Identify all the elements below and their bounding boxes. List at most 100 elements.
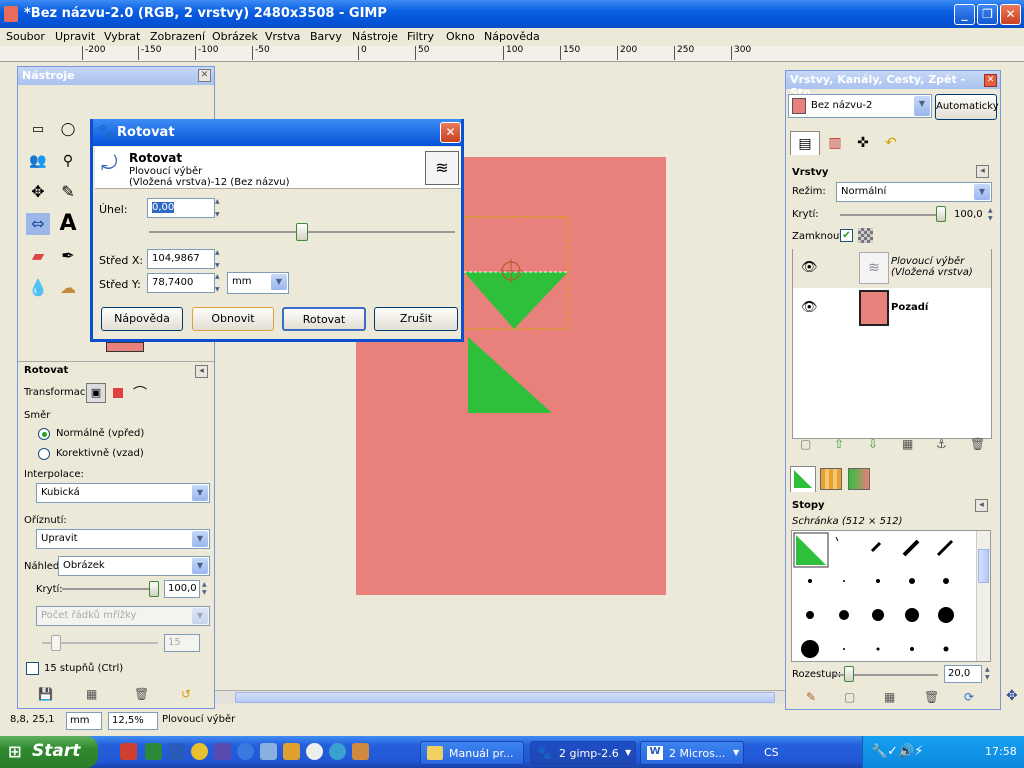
brushes-menu-button[interactable]: ◂ bbox=[975, 499, 988, 512]
edit-brush-icon[interactable]: ✎ bbox=[806, 690, 816, 704]
start-button[interactable]: ⊞ Start bbox=[0, 736, 98, 768]
navigate-icon[interactable]: ✥ bbox=[1006, 688, 1022, 704]
brushes-scrollbar-thumb[interactable] bbox=[978, 549, 989, 583]
airbrush-tool-icon[interactable]: ✒ bbox=[56, 245, 80, 267]
maximize-button[interactable]: ❐ bbox=[977, 4, 998, 25]
ellipse-select-icon[interactable]: ◯ bbox=[56, 119, 80, 141]
quicklaunch-word-icon[interactable] bbox=[168, 743, 185, 760]
language-indicator[interactable]: CS bbox=[764, 746, 779, 759]
scrollbar-thumb[interactable] bbox=[235, 692, 775, 703]
layers-menu-button[interactable]: ◂ bbox=[976, 165, 989, 178]
dialog-close-button[interactable]: ✕ bbox=[440, 122, 461, 143]
tab-paths-icon[interactable]: ✜ bbox=[850, 131, 876, 155]
menu-soubor[interactable]: Soubor bbox=[6, 30, 45, 43]
layer-opacity-slider-track[interactable] bbox=[840, 214, 944, 216]
opacity-slider-handle[interactable] bbox=[149, 581, 159, 597]
eraser-tool-icon[interactable]: ▰ bbox=[26, 245, 50, 267]
opacity-spinner[interactable]: ▲ ▼ bbox=[202, 581, 207, 597]
angle-slider-handle[interactable] bbox=[296, 223, 308, 241]
refresh-brushes-icon[interactable]: ⟳ bbox=[964, 690, 974, 704]
quicklaunch-icon[interactable] bbox=[260, 743, 277, 760]
horizontal-ruler[interactable]: -200 -150 -100 -50 0 50 100 150 200 250 … bbox=[0, 46, 1024, 62]
snap-checkbox[interactable] bbox=[26, 662, 39, 675]
transform-path-icon[interactable]: ⌒ bbox=[133, 383, 147, 403]
layer-row-background[interactable]: 👁 Pozadí bbox=[793, 288, 991, 328]
transform-selection-icon[interactable] bbox=[113, 388, 123, 398]
opacity-input[interactable]: 100,0 bbox=[164, 580, 200, 598]
mode-select[interactable]: Normální ▼ bbox=[836, 182, 992, 202]
delete-layer-icon[interactable]: 🗑 bbox=[970, 437, 985, 451]
menu-obrazek[interactable]: Obrázek bbox=[212, 30, 258, 43]
save-options-icon[interactable]: 💾 bbox=[38, 687, 53, 701]
quicklaunch-chrome-icon[interactable] bbox=[191, 743, 208, 760]
duplicate-layer-icon[interactable]: ▦ bbox=[902, 437, 913, 451]
menu-zobrazeni[interactable]: Zobrazení bbox=[150, 30, 205, 43]
interpolation-select[interactable]: Kubická ▼ bbox=[36, 483, 210, 503]
reset-button[interactable]: Obnovit bbox=[192, 307, 274, 331]
horizontal-scrollbar[interactable] bbox=[215, 690, 785, 704]
restore-options-icon[interactable]: ▦ bbox=[86, 687, 97, 701]
quicklaunch-icon[interactable] bbox=[214, 743, 231, 760]
quicklaunch-excel-icon[interactable] bbox=[145, 743, 162, 760]
menu-nastroje[interactable]: Nástroje bbox=[352, 30, 398, 43]
preview-select[interactable]: Obrázek ▼ bbox=[58, 556, 210, 576]
pencil-tool-icon[interactable]: ✎ bbox=[56, 181, 80, 203]
dock-close-button[interactable]: ✕ bbox=[984, 74, 997, 87]
bg-color-swatch[interactable] bbox=[106, 342, 144, 352]
quicklaunch-icon[interactable] bbox=[329, 743, 346, 760]
tool-options-menu-button[interactable]: ◂ bbox=[195, 365, 208, 378]
lock-pixels-checkbox[interactable]: ✔ bbox=[840, 229, 853, 242]
smudge-tool-icon[interactable]: ☁ bbox=[56, 277, 80, 299]
tab-gradients-icon[interactable] bbox=[848, 468, 870, 490]
tab-layers-icon[interactable]: ▤ bbox=[790, 131, 820, 155]
duplicate-brush-icon[interactable]: ▦ bbox=[884, 690, 895, 704]
clipping-select[interactable]: Upravit ▼ bbox=[36, 529, 210, 549]
task-manual[interactable]: Manuál pr... bbox=[420, 741, 524, 765]
auto-button[interactable]: Automaticky bbox=[935, 94, 999, 120]
spacing-input[interactable]: 20,0 bbox=[944, 665, 982, 683]
transform-layer-icon[interactable]: ▣ bbox=[86, 383, 106, 403]
task-word[interactable]: W 2 Micros... ▼ bbox=[640, 741, 744, 765]
menu-okno[interactable]: Okno bbox=[446, 30, 475, 43]
brushes-scrollbar[interactable] bbox=[976, 531, 990, 661]
tab-brushes[interactable] bbox=[790, 466, 816, 492]
minimize-button[interactable]: _ bbox=[954, 4, 975, 25]
rect-select-icon[interactable]: ▭ bbox=[26, 119, 50, 141]
delete-brush-icon[interactable]: 🗑 bbox=[924, 690, 939, 704]
direction-corrective-radio[interactable] bbox=[38, 448, 50, 460]
cancel-button[interactable]: Zrušit bbox=[374, 307, 458, 331]
new-layer-icon[interactable]: ▢ bbox=[800, 437, 811, 451]
spacing-spinner[interactable]: ▲ ▼ bbox=[985, 666, 990, 682]
opacity-slider-track[interactable] bbox=[62, 588, 158, 590]
menu-filtry[interactable]: Filtry bbox=[407, 30, 434, 43]
flip-tool-icon[interactable]: ⇔ bbox=[26, 213, 50, 235]
angle-input[interactable]: 0,00 bbox=[147, 198, 215, 218]
spacing-slider-handle[interactable] bbox=[844, 666, 854, 682]
quicklaunch-media-icon[interactable] bbox=[306, 743, 323, 760]
brushes-grid[interactable] bbox=[791, 530, 991, 662]
quicklaunch-ie-icon[interactable] bbox=[237, 743, 254, 760]
layer-row-floating[interactable]: 👁 ≋ Plovoucí výběr (Vložená vrstva) bbox=[793, 248, 991, 288]
center-x-spinner[interactable] bbox=[215, 249, 225, 269]
help-button[interactable]: Nápověda bbox=[101, 307, 183, 331]
direction-normal-radio[interactable] bbox=[38, 428, 50, 440]
anchor-layer-icon[interactable]: ⚓ bbox=[936, 437, 947, 451]
new-brush-icon[interactable]: ▢ bbox=[844, 690, 855, 704]
raise-layer-icon[interactable]: ⇧ bbox=[834, 437, 844, 451]
toolbox-close-button[interactable]: ✕ bbox=[198, 69, 211, 82]
center-y-input[interactable]: 78,7400 bbox=[147, 273, 215, 293]
tab-patterns-icon[interactable] bbox=[820, 468, 842, 490]
image-select[interactable]: Bez názvu-2 ▼ bbox=[788, 94, 932, 118]
close-button[interactable]: ✕ bbox=[1000, 4, 1021, 25]
menu-upravit[interactable]: Upravit bbox=[55, 30, 95, 43]
unit-select[interactable]: mm bbox=[66, 712, 102, 730]
center-x-input[interactable]: 104,9867 bbox=[147, 249, 215, 269]
layer-opacity-slider-handle[interactable] bbox=[936, 206, 946, 222]
quicklaunch-gimp-icon[interactable] bbox=[352, 743, 369, 760]
tray-icons[interactable]: 🔧✓🔊⚡ bbox=[871, 744, 923, 759]
rotate-button[interactable]: Rotovat bbox=[282, 307, 366, 331]
delete-options-icon[interactable]: 🗑 bbox=[134, 687, 149, 701]
paths-tool-icon[interactable]: 👥 bbox=[26, 150, 50, 172]
zoom-select[interactable]: 12,5% bbox=[108, 712, 158, 730]
menu-vybrat[interactable]: Vybrat bbox=[104, 30, 140, 43]
